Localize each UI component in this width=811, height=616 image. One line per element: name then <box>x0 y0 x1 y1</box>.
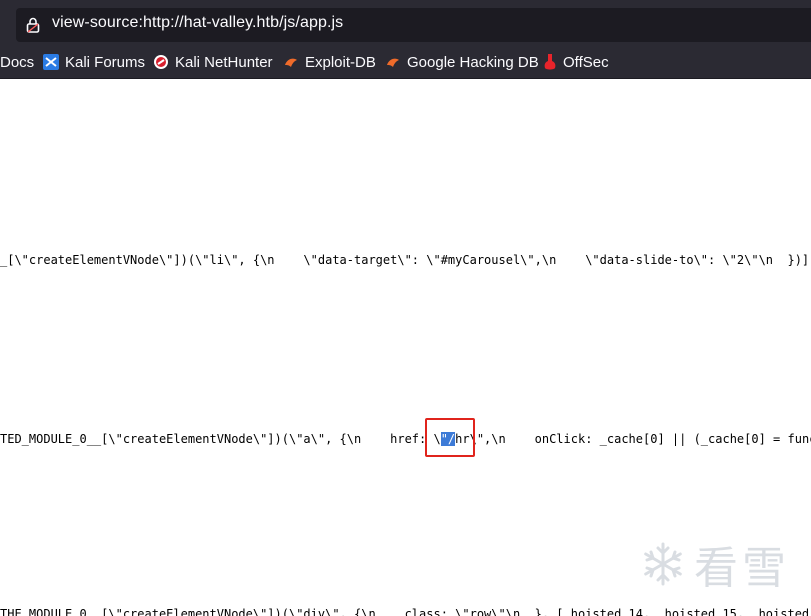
bookmark-google-hacking-db[interactable]: Google Hacking DB <box>385 46 539 78</box>
bookmark-label: Kali NetHunter <box>175 53 273 71</box>
snowflake-icon <box>644 542 682 586</box>
browser-toolbar: view-source:http://hat-valley.htb/js/app… <box>0 0 811 46</box>
watermark: 看雪 <box>640 534 800 594</box>
url-bar[interactable]: view-source:http://hat-valley.htb/js/app… <box>16 8 811 42</box>
offsec-icon <box>544 54 556 70</box>
bookmark-label: Kali Forums <box>65 53 146 71</box>
source-line: _[\"createElementVNode\"])(\"li\", {\n \… <box>0 253 811 267</box>
bookmark-label: OffSec <box>563 53 609 71</box>
bookmark-kali-forums[interactable]: Kali Forums <box>43 46 145 78</box>
source-text: THE_MODULE_0__[\"createElementVNode\"])(… <box>0 607 811 616</box>
bookmark-docs[interactable]: Docs <box>0 46 34 78</box>
kali-forums-icon <box>43 54 59 70</box>
source-text: TED_MODULE_0__[\"createElementVNode\"])(… <box>0 432 441 446</box>
watermark-text: 看雪 <box>694 543 790 594</box>
highlight-annotation-box <box>425 418 475 457</box>
bookmark-exploit-db[interactable]: Exploit-DB <box>283 46 376 78</box>
kali-nethunter-icon <box>154 55 168 69</box>
view-source-lock-icon <box>26 17 40 33</box>
bookmark-label: Docs <box>0 53 35 71</box>
google-hacking-db-icon <box>387 58 399 67</box>
source-line-href: TED_MODULE_0__[\"createElementVNode\"])(… <box>0 432 811 446</box>
source-text: hr\",\n onClick: _cache[0] || (_cache[0]… <box>455 432 811 446</box>
bookmarks-toolbar: Docs Kali Forums Kali NetHunter Exploit-… <box>0 46 811 79</box>
bookmark-label: Google Hacking DB <box>407 53 539 71</box>
bookmark-offsec[interactable]: OffSec <box>543 46 609 78</box>
bookmark-label: Exploit-DB <box>305 53 376 71</box>
bookmark-kali-nethunter[interactable]: Kali NetHunter <box>153 46 273 78</box>
exploit-db-icon <box>285 58 297 67</box>
url-text: view-source:http://hat-valley.htb/js/app… <box>52 14 344 31</box>
source-line-partial: THE_MODULE_0__[\"createElementVNode\"])(… <box>0 604 811 616</box>
